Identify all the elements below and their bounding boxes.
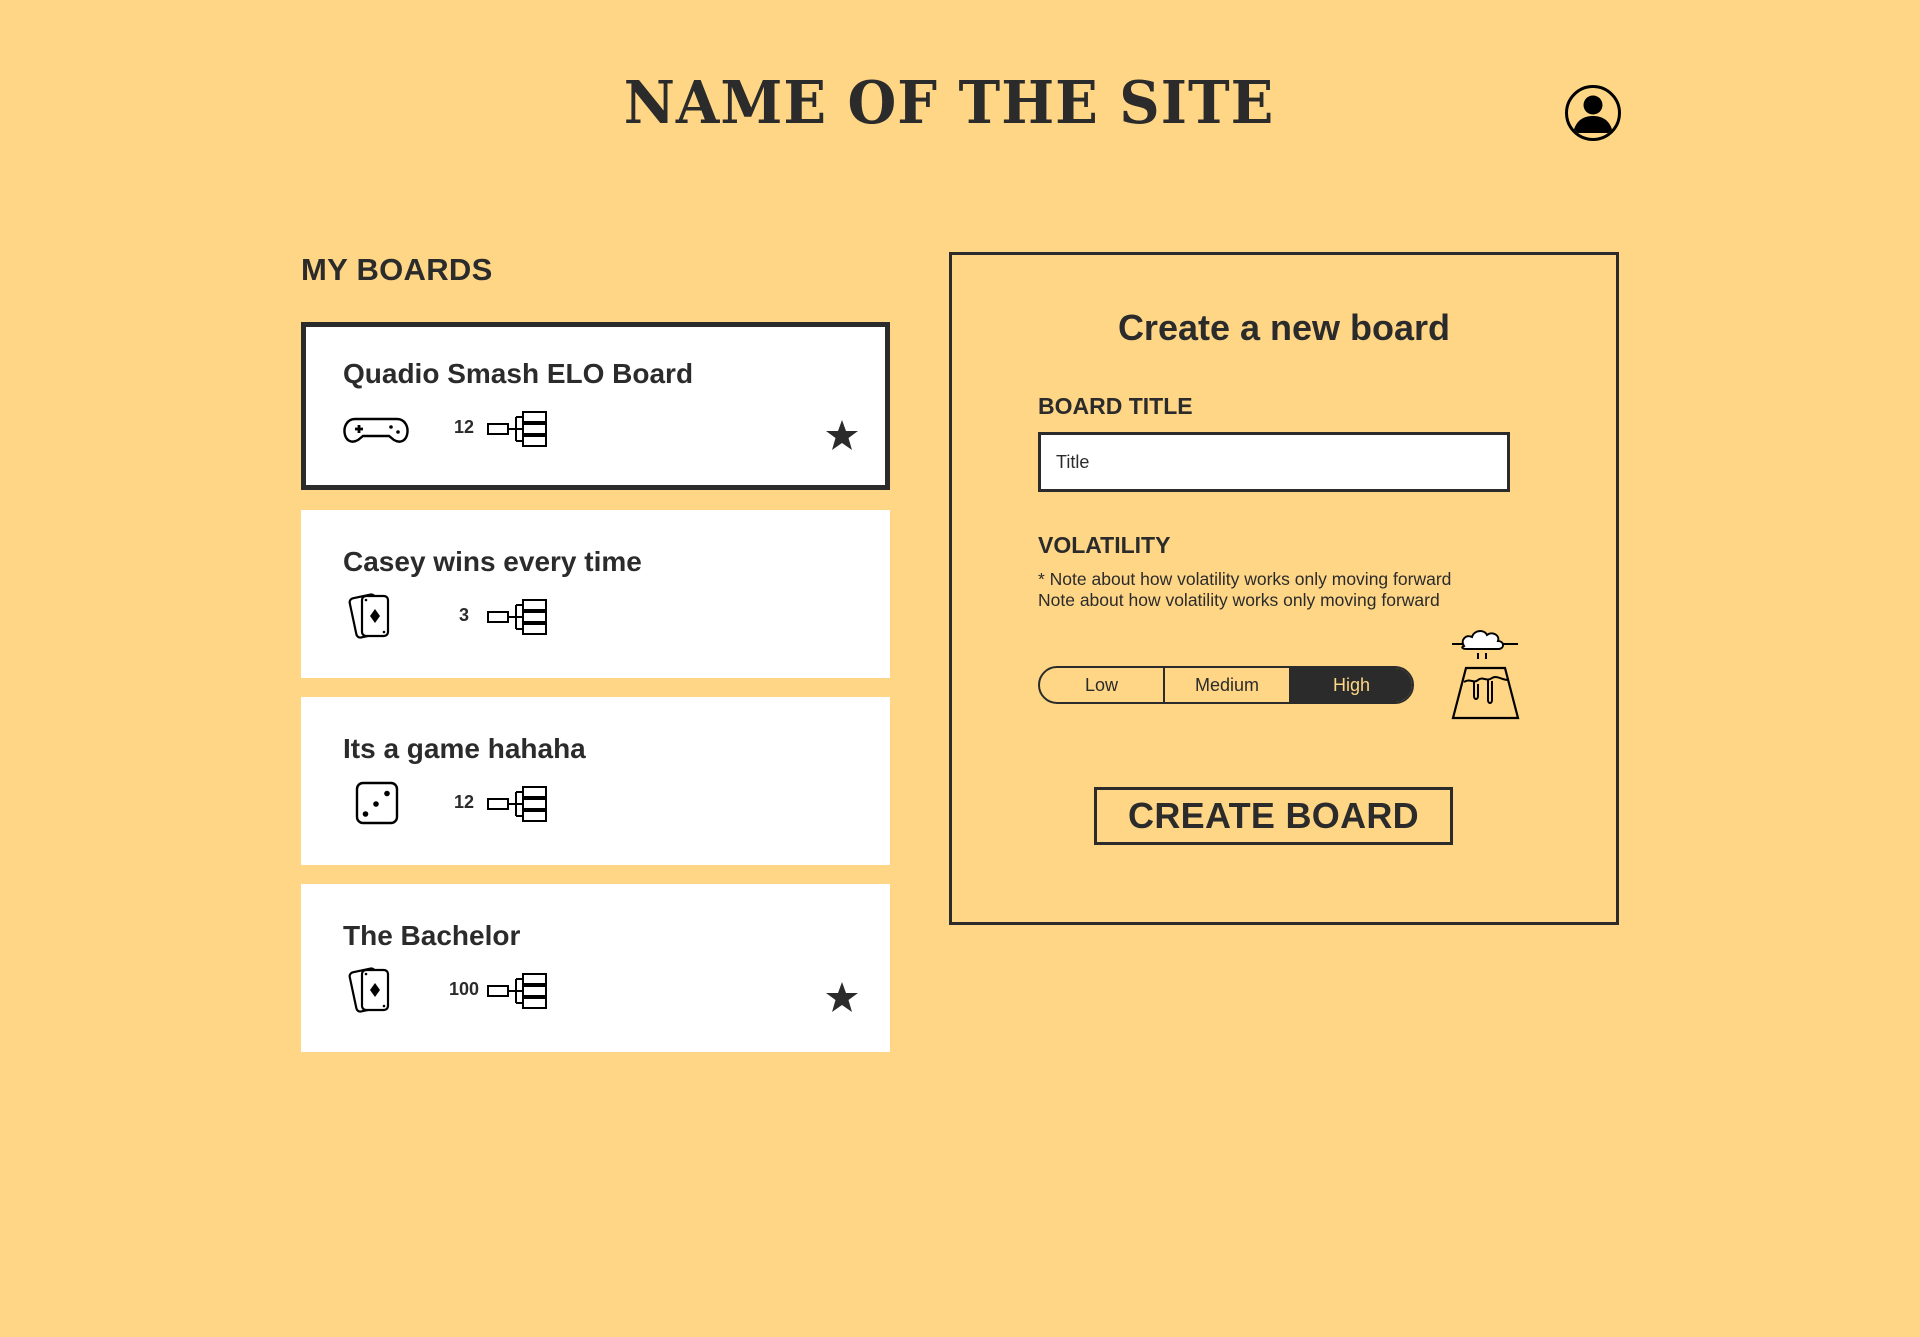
board-title: Quadio Smash ELO Board [343, 358, 694, 389]
bracket-icon [487, 599, 547, 635]
dice-icon [355, 781, 399, 825]
bracket-icon [487, 973, 547, 1009]
board-title: Casey wins every time [343, 546, 642, 577]
my-boards-heading: MY BOARDS [301, 252, 493, 287]
playing-cards-icon [348, 967, 390, 1013]
volatility-toggle: Low Medium High [1038, 666, 1414, 704]
star-icon[interactable] [825, 980, 859, 1014]
volatility-option-medium[interactable]: Medium [1163, 668, 1289, 702]
board-title: Its a game hahaha [343, 733, 586, 764]
create-board-panel: Create a new board BOARD TITLE VOLATILIT… [949, 252, 1619, 925]
board-title-label: BOARD TITLE [1038, 393, 1193, 419]
gamepad-icon [343, 417, 409, 443]
bracket-icon [487, 411, 547, 447]
playing-cards-icon [348, 593, 390, 639]
volatility-option-low[interactable]: Low [1040, 668, 1163, 702]
bracket-icon [487, 786, 547, 822]
player-count: 100 [448, 979, 480, 999]
player-count: 12 [453, 417, 475, 437]
user-circle-icon [1573, 95, 1613, 133]
board-title: The Bachelor [343, 920, 521, 951]
volcano-icon [1451, 630, 1520, 720]
account-button[interactable] [1565, 85, 1621, 141]
board-card[interactable]: Quadio Smash ELO Board 12 [301, 322, 890, 490]
create-board-button[interactable]: CREATE BOARD [1094, 787, 1453, 845]
player-count: 12 [453, 792, 475, 812]
volatility-note: * Note about how volatility works only m… [1038, 569, 1538, 611]
board-card[interactable]: Its a game hahaha 12 [301, 697, 890, 865]
board-card[interactable]: The Bachelor 100 [301, 884, 890, 1052]
volatility-note-line: * Note about how volatility works only m… [1038, 569, 1452, 589]
board-card[interactable]: Casey wins every time 3 [301, 510, 890, 678]
player-count: 3 [458, 605, 469, 625]
volatility-option-high[interactable]: High [1289, 668, 1412, 702]
volatility-label: VOLATILITY [1038, 532, 1171, 558]
create-board-heading: Create a new board [1117, 307, 1451, 348]
board-title-input[interactable] [1038, 432, 1510, 492]
star-icon[interactable] [825, 418, 859, 452]
volatility-note-line: Note about how volatility works only mov… [1038, 590, 1440, 610]
